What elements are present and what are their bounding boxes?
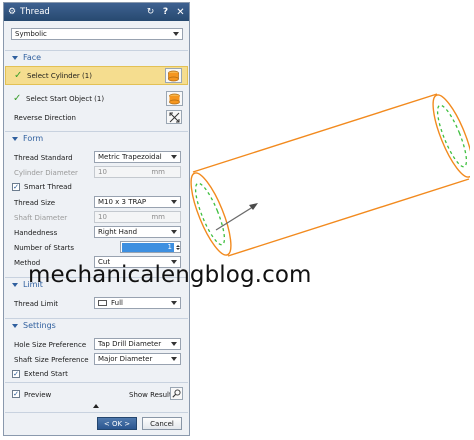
preview-checkbox[interactable]: ✓ [12, 390, 20, 398]
chevron-down-icon [171, 230, 177, 234]
cylinder-diameter-field: 10 mm [94, 166, 181, 178]
limit-face-icon [98, 300, 107, 306]
expand-more-icon[interactable] [93, 404, 99, 408]
face-section-title: Face [23, 53, 42, 62]
settings-section-title: Settings [23, 321, 56, 330]
reset-icon[interactable]: ↻ [146, 7, 155, 17]
shaft-size-preference-value: Major Diameter [98, 355, 153, 363]
ok-button[interactable]: < OK > [97, 417, 137, 430]
select-cylinder-label: Select Cylinder (1) [27, 71, 92, 80]
check-icon: ✓ [14, 69, 23, 81]
number-of-starts-value: 1 [122, 242, 174, 252]
thread-size-label: Thread Size [14, 199, 56, 207]
collapse-icon [12, 282, 18, 287]
thread-size-value: M10 x 3 TRAP [98, 198, 147, 206]
shaft-diameter-value: 10 [98, 213, 107, 221]
chevron-down-icon [171, 200, 177, 204]
collapse-icon [12, 323, 18, 328]
chevron-down-icon [171, 155, 177, 159]
show-result-label: Show Result [129, 391, 172, 399]
show-result-icon[interactable] [170, 387, 183, 400]
preview-label: Preview [24, 391, 52, 399]
number-of-starts-label: Number of Starts [14, 244, 75, 252]
select-start-object-row[interactable]: ✓ Select Start Object (1) [5, 89, 188, 108]
cylinder-diameter-value: 10 [98, 168, 107, 176]
smart-thread-label: Smart Thread [24, 183, 72, 191]
cylinder-diameter-unit: mm [151, 168, 165, 176]
thread-dialog: ⚙ Thread ↻ ? ✕ Symbolic Face ✓ Select Cy… [3, 2, 190, 436]
face-section-header[interactable]: Face [5, 50, 188, 64]
thread-size-select[interactable]: M10 x 3 TRAP [94, 196, 181, 208]
shaft-diameter-unit: mm [151, 213, 165, 221]
thread-standard-value: Metric Trapezoidal [98, 153, 162, 161]
select-start-object-label: Select Start Object (1) [26, 94, 105, 103]
shaft-diameter-field: 10 mm [94, 211, 181, 223]
chevron-down-icon [171, 357, 177, 361]
hole-size-preference-select[interactable]: Tap Drill Diameter [94, 338, 181, 350]
form-section-title: Form [23, 134, 44, 143]
dialog-title-bar[interactable]: ⚙ Thread ↻ ? ✕ [4, 3, 189, 21]
thread-limit-select[interactable]: Full [94, 297, 181, 309]
extend-start-checkbox[interactable]: ✓ [12, 370, 20, 378]
face-select-icon[interactable] [165, 68, 182, 83]
shaft-size-preference-label: Shaft Size Preference [14, 356, 89, 364]
form-section-header[interactable]: Form [5, 131, 188, 145]
hole-size-preference-label: Hole Size Preference [14, 341, 87, 349]
footer-divider [5, 382, 188, 383]
settings-section-header[interactable]: Settings [5, 318, 188, 332]
extend-start-label: Extend Start [24, 370, 68, 378]
cylinder-top-edge [192, 93, 438, 173]
chevron-down-icon [171, 301, 177, 305]
cylinder-bottom-edge [227, 178, 470, 257]
face-select-icon[interactable] [166, 91, 183, 106]
close-icon[interactable]: ✕ [176, 7, 185, 17]
chevron-down-icon [173, 32, 179, 36]
cylinder-model[interactable] [190, 85, 470, 265]
thread-limit-value: Full [111, 299, 123, 307]
cylinder-diameter-label: Cylinder Diameter [14, 169, 78, 177]
watermark-text: mechanicalengblog.com [28, 262, 312, 288]
reverse-direction-label: Reverse Direction [14, 114, 76, 122]
cylinder-near-end[interactable] [190, 169, 239, 260]
number-of-starts-input[interactable]: 1 [120, 241, 181, 253]
collapse-icon [12, 136, 18, 141]
reverse-direction-icon[interactable] [166, 110, 182, 124]
collapse-icon [12, 55, 18, 60]
shaft-diameter-label: Shaft Diameter [14, 214, 68, 222]
smart-thread-checkbox[interactable]: ✓ [12, 183, 20, 191]
cylinder-far-end[interactable] [425, 91, 470, 182]
handedness-select[interactable]: Right Hand [94, 226, 181, 238]
thread-limit-label: Thread Limit [14, 300, 59, 308]
thread-standard-label: Thread Standard [14, 154, 73, 162]
thread-type-value: Symbolic [15, 30, 47, 38]
hole-size-preference-value: Tap Drill Diameter [98, 340, 162, 348]
thread-type-select[interactable]: Symbolic [11, 28, 183, 40]
thread-standard-select[interactable]: Metric Trapezoidal [94, 151, 181, 163]
gear-icon: ⚙ [8, 7, 17, 17]
dialog-title: Thread [20, 7, 50, 17]
handedness-value: Right Hand [98, 228, 138, 236]
select-cylinder-row[interactable]: ✓ Select Cylinder (1) [5, 66, 188, 85]
cancel-button[interactable]: Cancel [142, 417, 182, 430]
spinner-arrows-icon[interactable] [175, 244, 180, 250]
help-icon[interactable]: ? [161, 7, 170, 17]
handedness-label: Handedness [14, 229, 58, 237]
chevron-down-icon [171, 342, 177, 346]
button-divider [5, 412, 188, 413]
shaft-size-preference-select[interactable]: Major Diameter [94, 353, 181, 365]
check-icon: ✓ [13, 92, 22, 104]
